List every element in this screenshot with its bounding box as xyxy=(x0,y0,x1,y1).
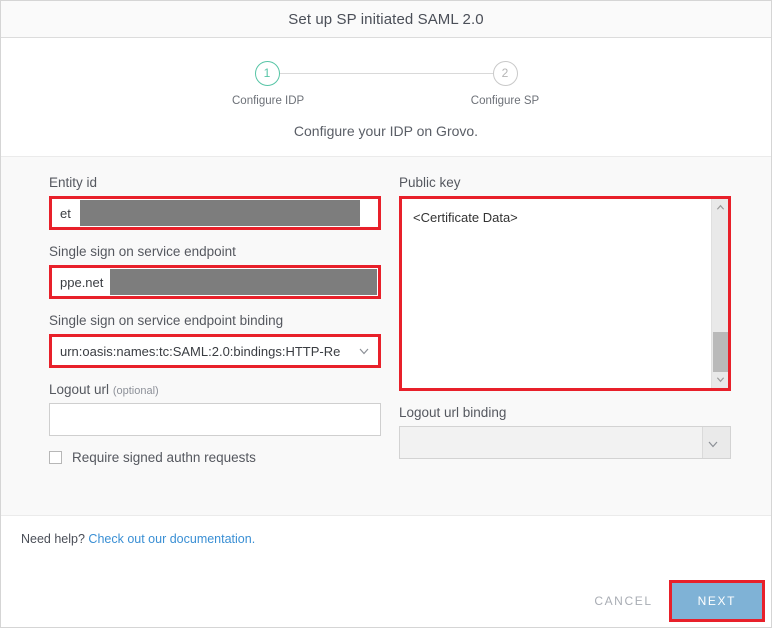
sso-endpoint-label: Single sign on service endpoint xyxy=(49,244,236,259)
documentation-link[interactable]: Check out our documentation. xyxy=(88,532,255,546)
dialog-footer: CANCEL NEXT xyxy=(1,574,771,627)
chevron-down-icon xyxy=(707,437,719,449)
form-column-left: Entity id et Single sign on service endp… xyxy=(49,175,381,473)
step-2-label: Configure SP xyxy=(470,95,540,107)
help-prefix: Need help? xyxy=(21,532,89,546)
sso-endpoint-input[interactable]: ppe.net xyxy=(52,268,378,296)
field-public-key: Public key <Certificate Data> xyxy=(399,175,731,391)
sso-binding-select[interactable]: urn:oasis:names:tc:SAML:2.0:bindings:HTT… xyxy=(52,337,378,365)
field-sso-binding: Single sign on service endpoint binding … xyxy=(49,313,381,368)
scroll-up-arrow-icon[interactable] xyxy=(712,199,728,216)
dialog-header: Set up SP initiated SAML 2.0 xyxy=(1,1,771,38)
cancel-button[interactable]: CANCEL xyxy=(578,584,668,618)
field-sso-endpoint: Single sign on service endpoint ppe.net xyxy=(49,244,381,299)
form-panel: Entity id et Single sign on service endp… xyxy=(1,156,771,516)
public-key-textarea[interactable]: <Certificate Data> xyxy=(402,199,728,388)
sso-endpoint-redaction-bar xyxy=(110,269,377,295)
sso-binding-value: urn:oasis:names:tc:SAML:2.0:bindings:HTT… xyxy=(60,343,341,359)
public-key-scrollbar[interactable] xyxy=(711,199,728,388)
sso-endpoint-value: ppe.net xyxy=(60,274,104,290)
require-signed-authn-row[interactable]: Require signed authn requests xyxy=(49,450,381,465)
entity-id-value: et xyxy=(60,205,71,221)
step-1-label: Configure IDP xyxy=(232,95,305,107)
help-row: Need help? Check out our documentation. xyxy=(1,516,771,546)
public-key-highlight: <Certificate Data> xyxy=(399,196,731,391)
public-key-value: <Certificate Data> xyxy=(413,210,518,225)
stepper: 1 Configure IDP 2 Configure SP xyxy=(232,61,540,113)
entity-id-highlight: et xyxy=(49,196,381,230)
logout-url-label: Logout url (optional) xyxy=(49,382,381,397)
logout-url-binding-select[interactable] xyxy=(399,426,731,459)
step-1-circle: 1 xyxy=(254,61,280,86)
step-2-circle: 2 xyxy=(492,61,518,86)
field-logout-url-binding: Logout url binding xyxy=(399,405,731,459)
require-signed-authn-label: Require signed authn requests xyxy=(72,450,256,465)
form-column-right: Public key <Certificate Data> Logout url… xyxy=(399,175,731,473)
logout-url-binding-label: Logout url binding xyxy=(399,405,507,420)
stepper-step-2[interactable]: 2 Configure SP xyxy=(470,61,540,107)
next-button-highlight: NEXT xyxy=(668,579,765,622)
logout-url-input[interactable] xyxy=(49,403,381,436)
public-key-label: Public key xyxy=(399,175,461,190)
stepper-section: 1 Configure IDP 2 Configure SP Configure… xyxy=(1,38,771,139)
entity-id-input[interactable]: et xyxy=(52,199,378,227)
sso-endpoint-highlight: ppe.net xyxy=(49,265,381,299)
field-entity-id: Entity id et xyxy=(49,175,381,230)
saml-setup-dialog: Set up SP initiated SAML 2.0 1 Configure… xyxy=(0,0,772,628)
entity-id-label: Entity id xyxy=(49,175,98,190)
scroll-down-arrow-icon[interactable] xyxy=(712,371,728,388)
entity-id-redaction-bar xyxy=(80,200,360,226)
logout-url-label-text: Logout url xyxy=(49,382,110,397)
sso-binding-highlight: urn:oasis:names:tc:SAML:2.0:bindings:HTT… xyxy=(49,334,381,368)
sso-binding-label: Single sign on service endpoint binding xyxy=(49,313,284,328)
chevron-down-icon xyxy=(358,345,370,357)
scrollbar-thumb[interactable] xyxy=(713,332,728,372)
form-subtitle: Configure your IDP on Grovo. xyxy=(293,123,479,139)
next-button[interactable]: NEXT xyxy=(671,582,762,619)
page-title: Set up SP initiated SAML 2.0 xyxy=(288,10,484,28)
field-logout-url: Logout url (optional) xyxy=(49,382,381,436)
stepper-step-1[interactable]: 1 Configure IDP xyxy=(232,61,305,107)
logout-url-optional-text: (optional) xyxy=(112,385,159,397)
require-signed-authn-checkbox[interactable] xyxy=(49,451,62,464)
